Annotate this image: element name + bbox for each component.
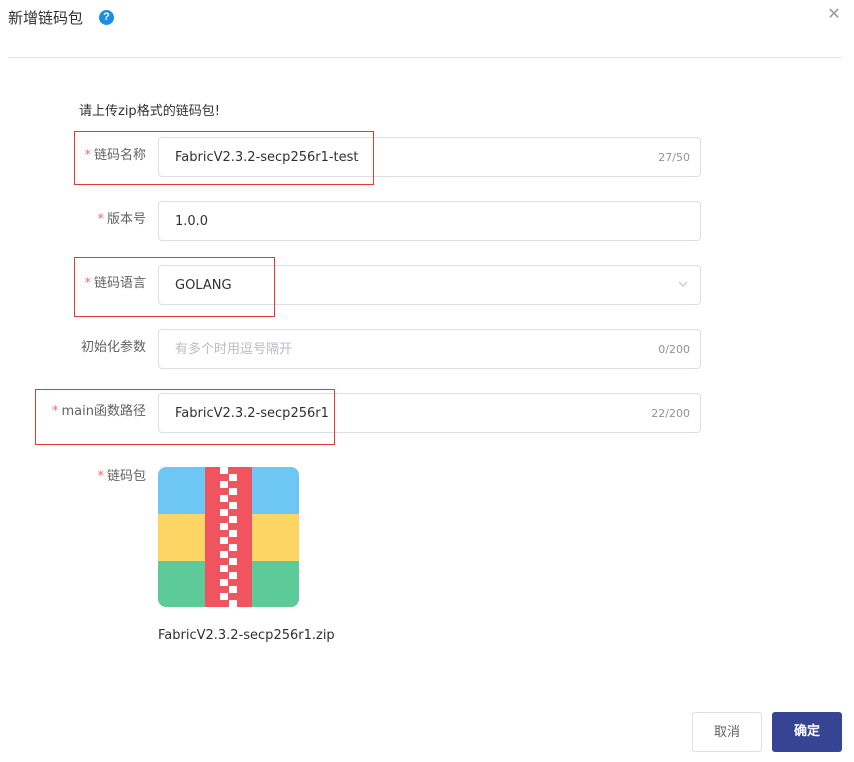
language-label-text: 链码语言	[93, 276, 146, 291]
init-args-count: 0/200	[658, 343, 690, 356]
chevron-down-icon	[678, 281, 688, 287]
package-label-text: 链码包	[106, 469, 146, 484]
language-label: * 链码语言	[84, 275, 146, 293]
language-value: GOLANG	[175, 278, 232, 293]
chaincode-name-label: * 链码名称	[84, 147, 146, 165]
required-mark: *	[52, 404, 59, 419]
cancel-button[interactable]: 取消	[692, 712, 762, 752]
required-mark: *	[84, 148, 91, 163]
language-select[interactable]: GOLANG	[158, 265, 701, 305]
chaincode-name-label-text: 链码名称	[93, 148, 146, 163]
main-path-value: FabricV2.3.2-secp256r1	[175, 406, 329, 421]
chaincode-name-input[interactable]: FabricV2.3.2-secp256r1-test 27/50	[158, 137, 701, 177]
main-path-count: 22/200	[651, 407, 690, 420]
version-label-text: 版本号	[106, 212, 146, 227]
init-args-input[interactable]: 有多个时用逗号隔开 0/200	[158, 329, 701, 369]
upload-hint: 请上传zip格式的链码包!	[79, 104, 220, 119]
version-label: * 版本号	[97, 211, 146, 229]
init-args-label-text: 初始化参数	[80, 340, 146, 355]
required-mark: *	[97, 212, 104, 227]
dialog-title: 新增链码包	[8, 9, 84, 27]
main-path-input[interactable]: FabricV2.3.2-secp256r1 22/200	[158, 393, 701, 433]
init-args-label: 初始化参数	[81, 339, 146, 357]
main-path-label-text: main函数路径	[61, 404, 146, 419]
package-label: * 链码包	[97, 468, 146, 486]
init-args-placeholder: 有多个时用逗号隔开	[175, 342, 293, 357]
close-icon[interactable]: ✕	[824, 4, 844, 24]
header-divider	[8, 57, 842, 58]
version-input[interactable]: 1.0.0	[158, 201, 701, 241]
required-mark: *	[97, 469, 104, 484]
version-value: 1.0.0	[175, 214, 209, 229]
zip-file-icon[interactable]	[158, 467, 299, 607]
chaincode-name-value: FabricV2.3.2-secp256r1-test	[175, 150, 359, 165]
required-mark: *	[84, 276, 91, 291]
confirm-button[interactable]: 确定	[772, 712, 842, 752]
main-path-label: * main函数路径	[52, 403, 146, 421]
zip-file-name: FabricV2.3.2-secp256r1.zip	[158, 628, 335, 643]
chaincode-name-count: 27/50	[658, 151, 690, 164]
question-circle-icon[interactable]: ?	[99, 10, 114, 25]
